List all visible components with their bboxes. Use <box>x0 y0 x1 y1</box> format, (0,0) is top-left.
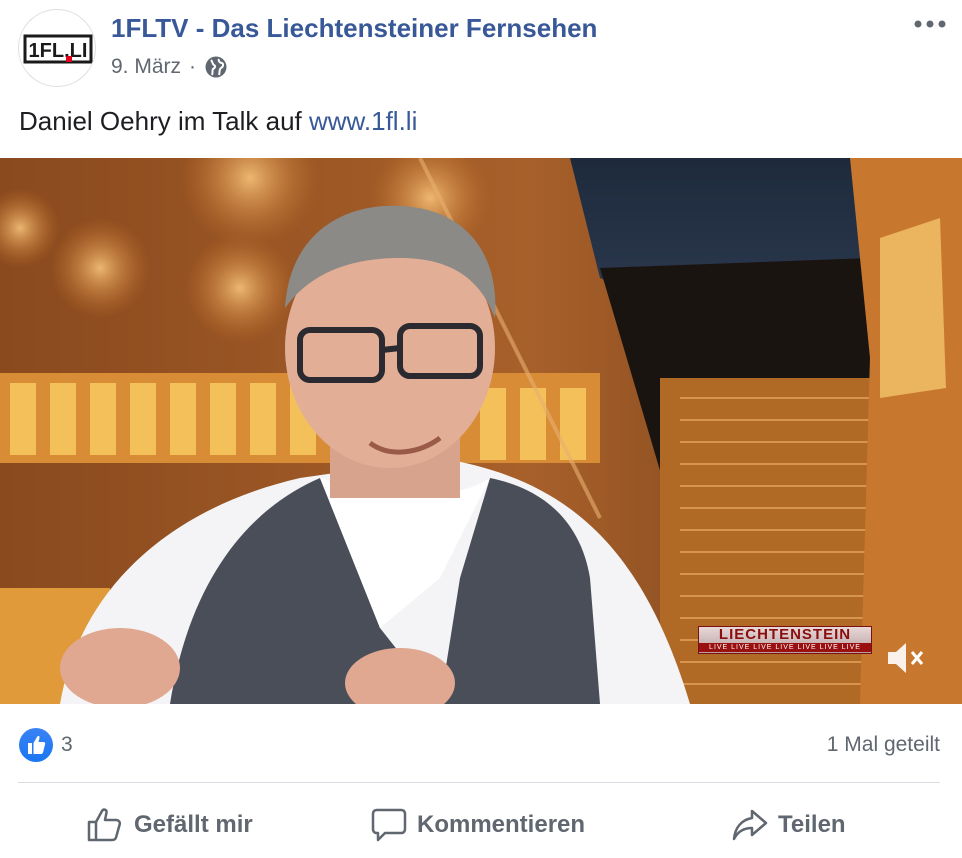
share-count[interactable]: 1 Mal geteilt <box>827 733 940 757</box>
comment-button-label: Kommentieren <box>417 811 586 838</box>
overlay-ticker: LIVE LIVE LIVE LIVE LIVE LIVE LIVE <box>699 643 871 652</box>
share-button[interactable]: Teilen <box>732 802 846 848</box>
video-frame <box>0 158 962 704</box>
globe-icon <box>204 55 228 79</box>
like-button-label: Gefällt mir <box>134 811 253 838</box>
post-stats: 3 1 Mal geteilt <box>0 720 962 770</box>
overlay-title: LIECHTENSTEIN <box>718 626 852 643</box>
comment-bubble-icon <box>371 808 407 842</box>
post-caption: Daniel Oehry im Talk auf www.1fl.li <box>19 106 417 137</box>
share-button-label: Teilen <box>778 811 846 838</box>
meta-separator: · <box>189 55 197 78</box>
caption-link[interactable]: www.1fl.li <box>309 106 417 136</box>
like-button[interactable]: Gefällt mir <box>86 802 253 848</box>
post-actions: Gefällt mir Kommentieren Teilen <box>0 790 962 858</box>
like-count[interactable]: 3 <box>61 733 73 757</box>
page-avatar[interactable]: 1FL.LI <box>18 9 96 87</box>
avatar-logo-text: 1FL.LI <box>29 40 88 62</box>
liechtenstein-live-overlay: LIECHTENSTEIN LIVE LIVE LIVE LIVE LIVE L… <box>698 626 872 654</box>
post-header: 1FL.LI 1FLTV - Das Liechtensteiner Ferns… <box>0 0 962 100</box>
post-date[interactable]: 9. März <box>111 55 181 79</box>
thumbs-up-icon <box>87 808 122 842</box>
comment-button[interactable]: Kommentieren <box>371 802 585 848</box>
more-horizontal-icon[interactable] <box>912 12 948 36</box>
caption-text: Daniel Oehry im Talk auf <box>19 106 309 136</box>
actions-divider <box>18 782 940 783</box>
share-arrow-icon <box>732 809 768 841</box>
post-meta: 9. März · <box>111 55 228 79</box>
speaker-muted-icon[interactable] <box>884 640 928 676</box>
like-reaction-icon[interactable] <box>19 728 53 762</box>
video-player[interactable]: LIECHTENSTEIN LIVE LIVE LIVE LIVE LIVE L… <box>0 158 962 704</box>
page-name-link[interactable]: 1FLTV - Das Liechtensteiner Fernsehen <box>111 13 597 44</box>
